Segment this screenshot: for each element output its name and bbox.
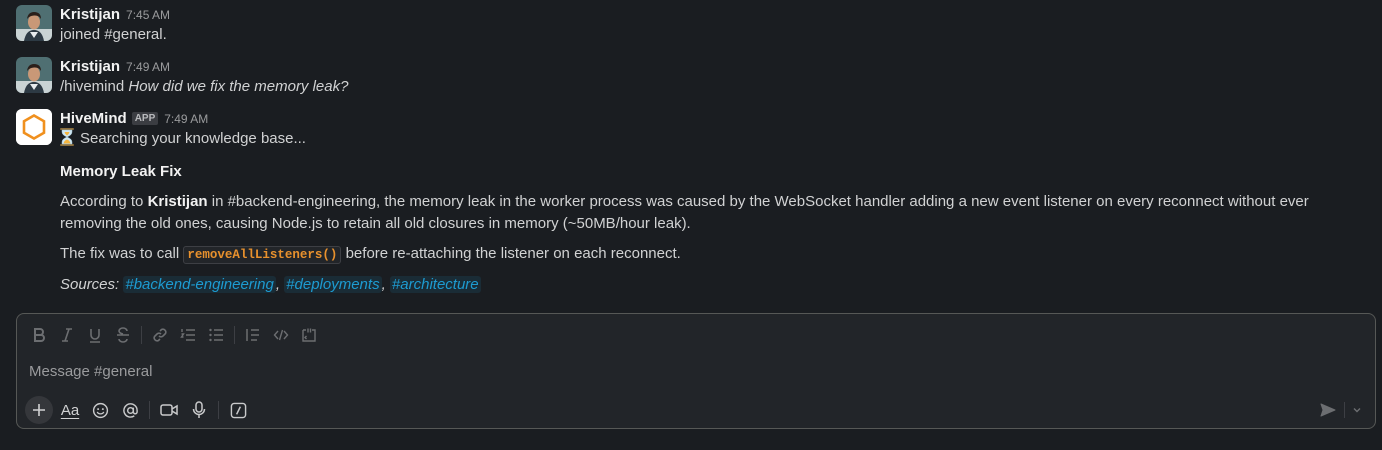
ordered-list-icon[interactable] [174,322,202,348]
italic-icon[interactable] [53,322,81,348]
send-controls [1316,398,1365,422]
channel-link-backend-engineering[interactable]: #backend-engineering [123,276,276,293]
sources-label: Sources: [60,276,120,293]
microphone-icon[interactable] [184,396,214,424]
message-composer: Message #general Aa [16,313,1376,429]
channel-link-deployments[interactable]: #deployments [284,276,382,293]
command-query: How did we fix the memory leak? [128,78,349,95]
answer-heading: Memory Leak Fix [60,163,182,180]
paragraph-text: in #backend-engineering, the memory leak… [60,193,1309,232]
message: Kristijan 7:49 AM /hivemind How did we fi… [16,57,1366,97]
emoji-icon[interactable] [85,396,115,424]
bot-message: HiveMind APP 7:49 AM Searching your knowle… [16,109,1366,299]
author-name[interactable]: Kristijan [60,6,120,23]
formatting-toolbar [25,322,323,348]
code-icon[interactable] [267,322,295,348]
send-divider [1344,402,1345,418]
slash-command: /hivemind [60,78,125,95]
mention-icon[interactable] [115,396,145,424]
strikethrough-icon[interactable] [109,322,137,348]
status-line: Searching your knowledge base... [60,128,1366,153]
author-name[interactable]: Kristijan [60,58,120,75]
bold-icon[interactable] [25,322,53,348]
author-name[interactable]: HiveMind [60,110,127,127]
paragraph-text: According to [60,193,144,210]
text-format-label: Aa [60,401,80,419]
answer-paragraph: According to Kristijan in #backend-engin… [60,191,1366,235]
channel-link-architecture[interactable]: #architecture [389,276,481,293]
sources-line: Sources: #backend-engineering, #deployme… [60,276,481,293]
slash-command-icon[interactable] [223,396,253,424]
user-avatar[interactable] [16,57,52,93]
text-format-icon[interactable]: Aa [55,396,85,424]
toolbar-divider [141,326,142,344]
app-badge: APP [131,112,159,125]
underline-icon[interactable] [81,322,109,348]
hivemind-logo-icon[interactable] [16,109,52,145]
toolbar-divider [234,326,235,344]
message-input[interactable]: Message #general [29,363,152,380]
composer-actions: Aa [25,396,253,424]
timestamp[interactable]: 7:49 AM [126,60,170,74]
paragraph-text: The fix was to call [60,245,180,262]
link-icon[interactable] [146,322,174,348]
user-avatar[interactable] [16,5,52,41]
blockquote-icon[interactable] [239,322,267,348]
paragraph-text: before re-attaching the listener on each… [345,245,681,262]
message-text: /hivemind How did we fix the memory leak… [60,76,1366,98]
hourglass-icon [60,128,74,153]
status-text: Searching your knowledge base... [80,130,306,147]
code-block-icon[interactable] [295,322,323,348]
message: Kristijan 7:45 AM joined #general. [16,5,1366,45]
plus-icon[interactable] [25,396,53,424]
timestamp[interactable]: 7:49 AM [164,112,208,126]
timestamp[interactable]: 7:45 AM [126,8,170,22]
bullet-list-icon[interactable] [202,322,230,348]
video-icon[interactable] [154,396,184,424]
fix-paragraph: The fix was to call removeAllListeners()… [60,243,1366,266]
person-mention: Kristijan [147,193,208,210]
toolbar-divider [218,401,219,419]
message-text: joined #general. [60,26,167,43]
chevron-down-icon[interactable] [1349,398,1365,422]
toolbar-divider [149,401,150,419]
send-icon[interactable] [1316,398,1340,422]
inline-code: removeAllListeners() [183,246,342,264]
